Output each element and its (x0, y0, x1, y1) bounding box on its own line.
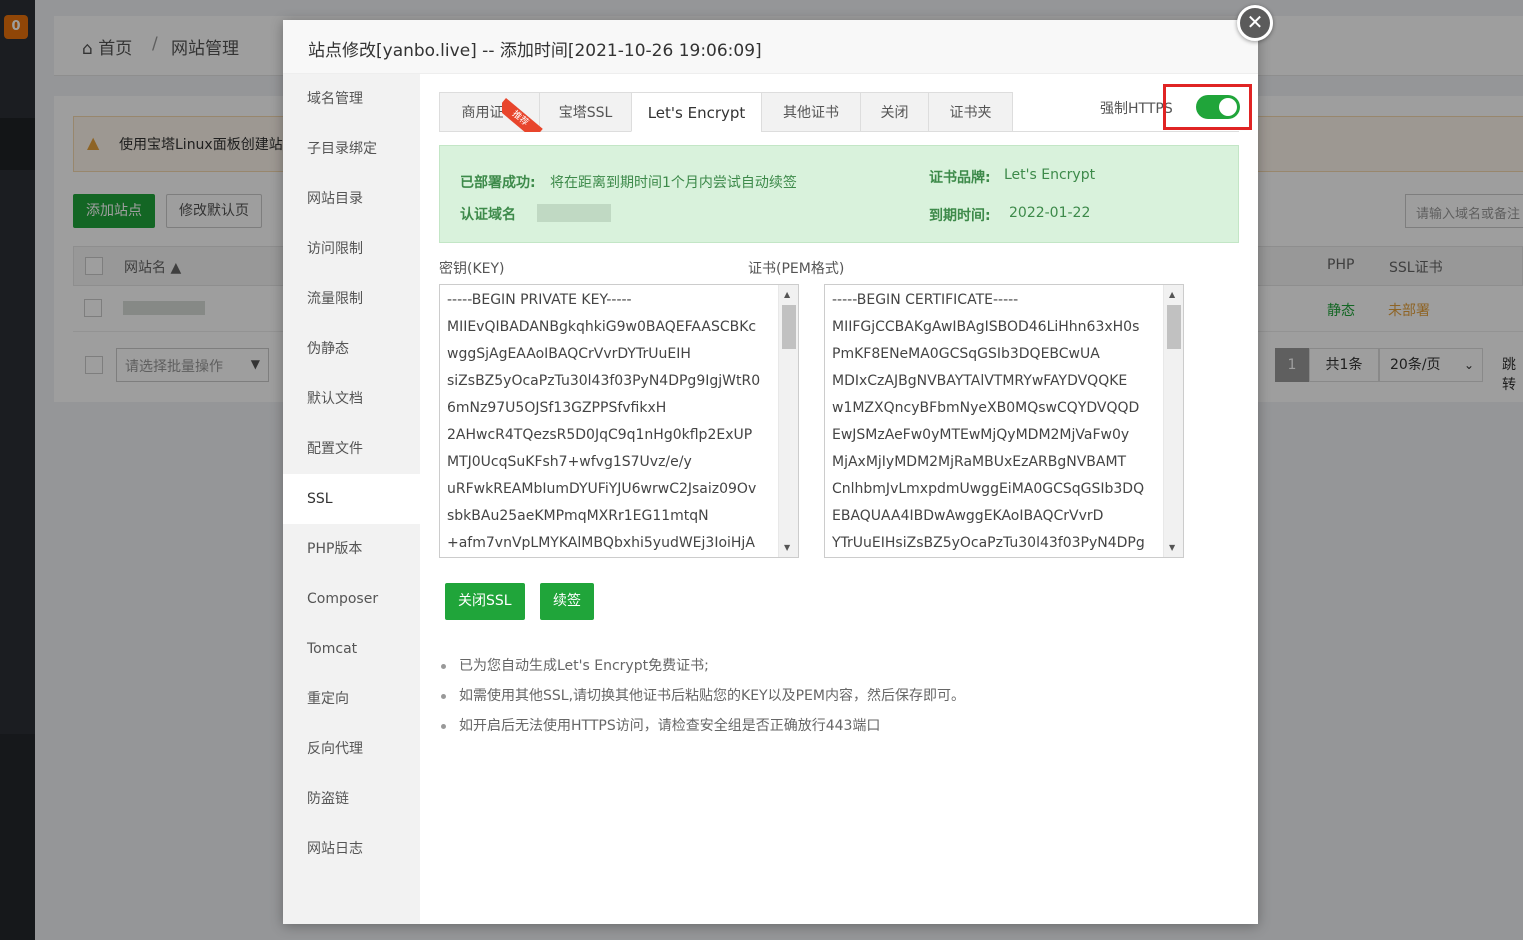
sidebar-item-composer[interactable]: Composer (283, 574, 420, 624)
close-modal-button[interactable]: ✕ (1237, 5, 1273, 41)
list-item: 已为您自动生成Let's Encrypt免费证书; (439, 655, 965, 685)
sidebar-item-rewrite[interactable]: 伪静态 (283, 324, 420, 374)
highlight-annotation-box (1163, 84, 1252, 130)
expiry-value: 2022-01-22 (1009, 205, 1091, 221)
list-item: 如开启后无法使用HTTPS访问，请检查安全组是否正确放行443端口 (439, 715, 965, 745)
sidebar-item-access-limit[interactable]: 访问限制 (283, 224, 420, 274)
sidebar-item-php-version[interactable]: PHP版本 (283, 524, 420, 574)
scroll-down-icon[interactable]: ▼ (784, 543, 790, 552)
sidebar-item-traffic-limit[interactable]: 流量限制 (283, 274, 420, 324)
scroll-down-icon[interactable]: ▼ (1169, 543, 1175, 552)
force-https-label: 强制HTTPS (1100, 101, 1173, 117)
sidebar-item-site-logs[interactable]: 网站日志 (283, 824, 420, 874)
expiry-label: 到期时间: (929, 208, 991, 224)
key-scrollbar[interactable]: ▲ ▼ (778, 285, 798, 557)
sidebar-item-default-doc[interactable]: 默认文档 (283, 374, 420, 424)
sidebar-item-hotlink-protection[interactable]: 防盗链 (283, 774, 420, 824)
scroll-up-icon[interactable]: ▲ (1169, 290, 1175, 299)
sidebar-item-subdir-binding[interactable]: 子目录绑定 (283, 124, 420, 174)
blurred-domain (537, 204, 611, 222)
renew-button[interactable]: 续签 (540, 583, 594, 620)
domain-label: 认证域名 (460, 207, 516, 223)
modal-title-bar: 站点修改[yanbo.live] -- 添加时间[2021-10-26 19:0… (283, 20, 1258, 74)
scroll-thumb[interactable] (782, 305, 796, 349)
site-settings-modal: 站点修改[yanbo.live] -- 添加时间[2021-10-26 19:0… (283, 20, 1258, 924)
private-key-textarea[interactable]: -----BEGIN PRIVATE KEY----- MIIEvQIBADAN… (439, 284, 799, 558)
brand-label: 证书品牌: (929, 170, 991, 186)
ssl-status-box: 已部署成功: 将在距离到期时间1个月内尝试自动续签 认证域名 证书品牌: Let… (439, 145, 1239, 243)
cert-scrollbar[interactable]: ▲ ▼ (1163, 285, 1183, 557)
cert-label: 证书(PEM格式) (748, 261, 845, 277)
scroll-up-icon[interactable]: ▲ (784, 290, 790, 299)
tab-close[interactable]: 关闭 (860, 92, 929, 132)
sidebar-item-tomcat[interactable]: Tomcat (283, 624, 420, 674)
scroll-thumb[interactable] (1167, 305, 1181, 349)
tab-baota-ssl[interactable]: 宝塔SSL (539, 92, 632, 132)
tips-list: 已为您自动生成Let's Encrypt免费证书; 如需使用其他SSL,请切换其… (439, 655, 965, 745)
certificate-textarea[interactable]: -----BEGIN CERTIFICATE----- MIIFGjCCBAKg… (824, 284, 1184, 558)
tab-cert-folder[interactable]: 证书夹 (928, 92, 1013, 132)
sidebar-item-redirect[interactable]: 重定向 (283, 674, 420, 724)
sidebar-item-ssl[interactable]: SSL (283, 474, 420, 524)
sidebar-item-config-file[interactable]: 配置文件 (283, 424, 420, 474)
list-item: 如需使用其他SSL,请切换其他证书后粘贴您的KEY以及PEM内容，然后保存即可。 (439, 685, 965, 715)
close-icon: ✕ (1246, 10, 1264, 34)
tab-other-cert[interactable]: 其他证书 (761, 92, 861, 132)
sidebar-item-site-directory[interactable]: 网站目录 (283, 174, 420, 224)
key-label: 密钥(KEY) (439, 261, 505, 277)
modal-sidebar: 域名管理 子目录绑定 网站目录 访问限制 流量限制 伪静态 默认文档 配置文件 … (283, 74, 420, 924)
recommended-badge: 推荐 (502, 92, 544, 132)
brand-value: Let's Encrypt (1004, 167, 1096, 183)
sidebar-item-reverse-proxy[interactable]: 反向代理 (283, 724, 420, 774)
modal-title: 站点修改[yanbo.live] -- 添加时间[2021-10-26 19:0… (308, 41, 762, 61)
sidebar-item-domain[interactable]: 域名管理 (283, 74, 420, 124)
close-ssl-button[interactable]: 关闭SSL (445, 583, 525, 620)
deployed-text: 将在距离到期时间1个月内尝试自动续签 (550, 175, 797, 191)
tab-lets-encrypt[interactable]: Let's Encrypt (631, 92, 762, 132)
deployed-label: 已部署成功: (460, 175, 536, 191)
